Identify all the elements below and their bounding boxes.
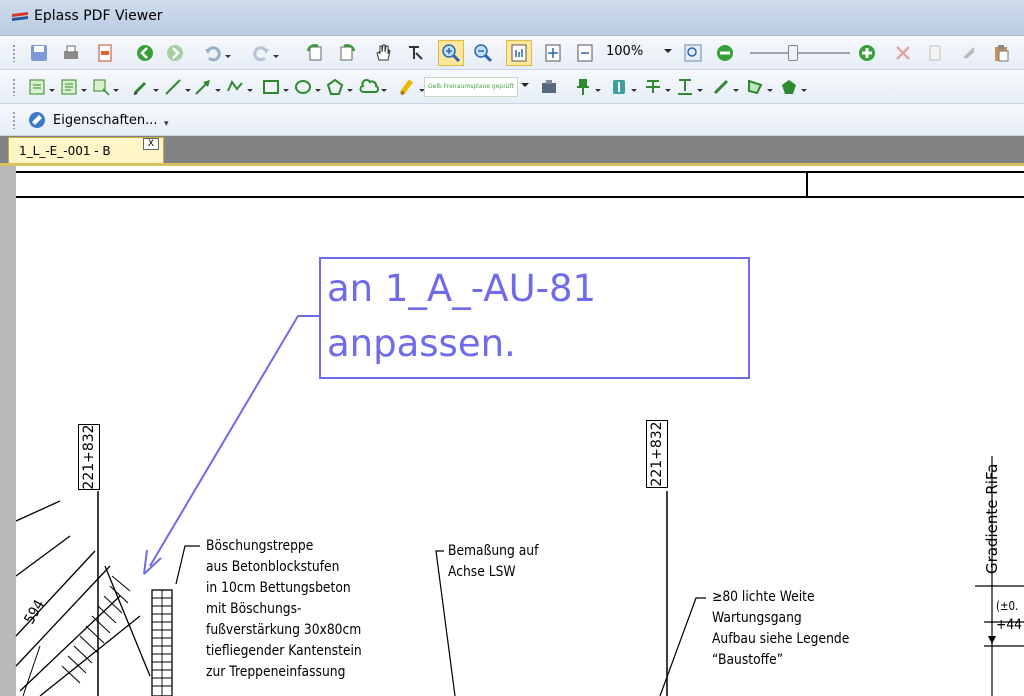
highlighter-icon[interactable] <box>394 74 425 100</box>
stamp-dropdown-arrow[interactable] <box>521 83 529 91</box>
strikethrough-icon[interactable] <box>640 74 671 100</box>
redo-icon[interactable] <box>248 40 279 66</box>
copy-icon[interactable] <box>922 40 948 66</box>
app-window: Eplass PDF Viewer 100% Gelb Freiraumspla… <box>0 0 1024 696</box>
rectangle-icon[interactable] <box>258 74 289 100</box>
gradient-label: Gradiente RiFa <box>983 463 1001 574</box>
note-line: Bemaßung auf <box>448 543 539 559</box>
note-line: tiefliegender Kantenstein <box>206 643 362 659</box>
zoom-slider-track[interactable] <box>750 52 850 54</box>
toolbar-grip[interactable] <box>12 44 16 62</box>
rotate-right-icon[interactable] <box>334 40 360 66</box>
properties-button[interactable]: Eigenschaften... <box>27 110 158 130</box>
station-label-text: 221+832 <box>81 424 97 490</box>
back-icon[interactable] <box>132 40 158 66</box>
callout-icon[interactable] <box>88 74 119 100</box>
comment-line-1: an 1_A_-AU-81 <box>327 267 597 310</box>
text-box-icon[interactable] <box>56 74 87 100</box>
delete-icon[interactable] <box>890 40 916 66</box>
edge-value-2: +44 <box>996 617 1023 633</box>
sticky-note-icon[interactable] <box>24 74 55 100</box>
zoom-slider-thumb[interactable] <box>788 45 798 61</box>
stamp-icon[interactable] <box>536 74 562 100</box>
main-toolbar: 100% <box>0 36 1024 70</box>
cloud-icon[interactable] <box>356 74 387 100</box>
document-tabstrip: 1_L_-E_-001 - B X <box>0 136 1024 166</box>
zoom-level[interactable]: 100% <box>606 44 643 59</box>
comment-annotation[interactable]: an 1_A_-AU-81 anpassen. <box>319 257 750 379</box>
note-line: zur Treppeneinfassung <box>206 664 346 680</box>
polygon-icon[interactable] <box>322 74 353 100</box>
zoom-settings-icon[interactable] <box>680 40 706 66</box>
toolbar-overflow-icon[interactable]: ▾ <box>164 119 169 129</box>
measure-perimeter-icon[interactable] <box>742 74 773 100</box>
tab-document[interactable]: 1_L_-E_-001 - B X <box>8 137 164 165</box>
properties-toolbar: Eigenschaften... ▾ <box>0 104 1024 136</box>
undo-icon[interactable] <box>200 40 231 66</box>
annotation-toolbar: Gelb Freiraumsplane geprüft <box>0 70 1024 104</box>
comment-line-2: anpassen. <box>327 322 516 365</box>
note-line: fußverstärkung 30x80cm <box>206 622 362 638</box>
polyline-icon[interactable] <box>222 74 253 100</box>
note-wartungsgang: ≥80 lichte Weite Wartungsgang Aufbau sie… <box>712 587 849 671</box>
zoom-out-tool-icon[interactable] <box>470 40 496 66</box>
text-field-icon[interactable] <box>606 74 637 100</box>
note-line: Aufbau siehe Legende <box>712 631 850 647</box>
zoom-decrease-icon[interactable] <box>712 40 738 66</box>
ellipse-icon[interactable] <box>290 74 321 100</box>
measure-distance-icon[interactable] <box>708 74 739 100</box>
app-logo-icon <box>12 12 28 21</box>
zoom-dropdown-arrow[interactable] <box>664 49 672 57</box>
note-line: in 10cm Bettungsbeton <box>206 580 351 596</box>
tab-close-icon[interactable]: X <box>143 138 159 150</box>
cad-drawing <box>15 171 1024 696</box>
open-pdf-icon[interactable] <box>92 40 118 66</box>
zoom-increase-icon[interactable] <box>854 40 880 66</box>
note-line: aus Betonblockstufen <box>206 559 340 575</box>
window-title: Eplass PDF Viewer <box>34 8 163 24</box>
note-line: Achse LSW <box>448 564 516 580</box>
document-view[interactable]: an 1_A_-AU-81 anpassen. 221+832 221+832 … <box>0 166 1024 696</box>
station-label-left: 221+832 <box>78 424 100 490</box>
paste-icon[interactable] <box>988 40 1014 66</box>
rotate-left-icon[interactable] <box>302 40 328 66</box>
pushpin-icon[interactable] <box>570 74 601 100</box>
properties-icon <box>29 112 45 128</box>
properties-label: Eigenschaften... <box>53 112 158 128</box>
zoom-in-tool-icon[interactable] <box>438 40 464 66</box>
fit-page-icon[interactable] <box>540 40 566 66</box>
edge-value-1: (±0. <box>996 599 1019 613</box>
measure-area-icon[interactable] <box>776 74 807 100</box>
print-icon[interactable] <box>58 40 84 66</box>
toolbar-grip[interactable] <box>12 78 16 96</box>
toolbar-grip[interactable] <box>12 111 16 129</box>
note-line: Böschungstreppe <box>206 538 314 554</box>
forward-icon[interactable] <box>162 40 188 66</box>
save-icon[interactable] <box>26 40 52 66</box>
actual-size-icon[interactable] <box>506 40 532 66</box>
note-line: “Baustoffe” <box>712 652 784 668</box>
underline-icon[interactable] <box>672 74 703 100</box>
station-label-text: 221+832 <box>649 421 665 487</box>
fit-width-icon[interactable] <box>572 40 598 66</box>
arrow-icon[interactable] <box>190 74 221 100</box>
cut-icon[interactable] <box>956 40 982 66</box>
note-boschungstreppe: Böschungstreppe aus Betonblockstufen in … <box>206 536 362 683</box>
pencil-icon[interactable] <box>128 74 159 100</box>
hand-tool-icon[interactable] <box>370 40 396 66</box>
station-label-right: 221+832 <box>646 420 668 488</box>
line-icon[interactable] <box>160 74 191 100</box>
tab-label: 1_L_-E_-001 - B <box>19 144 111 158</box>
note-bemassung: Bemaßung auf Achse LSW <box>448 541 538 583</box>
note-line: ≥80 lichte Weite <box>712 589 815 605</box>
text-select-icon[interactable] <box>402 40 428 66</box>
note-line: Wartungsgang <box>712 610 802 626</box>
stamp-preview[interactable]: Gelb Freiraumsplane geprüft <box>424 77 518 97</box>
title-bar: Eplass PDF Viewer <box>0 0 1024 36</box>
note-line: mit Böschungs- <box>206 601 302 617</box>
